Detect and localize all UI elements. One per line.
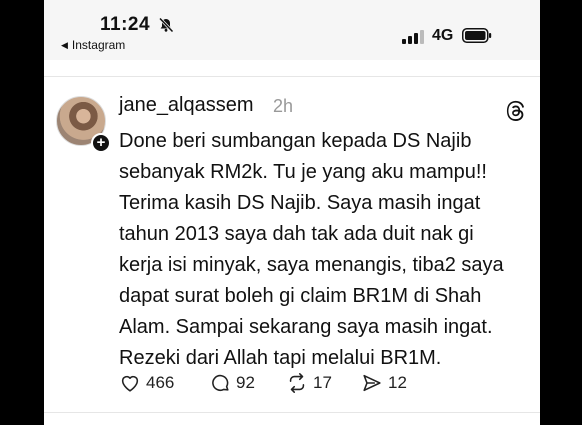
like-count: 466 [146, 373, 175, 392]
network-type: 4G [432, 27, 454, 44]
repost-button[interactable]: 17 [286, 372, 332, 394]
post-line: dapat surat boleh gi claim BR1M di Shah [119, 285, 482, 307]
threads-logo-icon [506, 100, 525, 121]
back-arrow-icon: ◀ [61, 39, 68, 50]
post-line: Alam. Sampai sekarang saya masih ingat. [119, 316, 493, 338]
post-line: Done beri sumbangan kepada DS Najib [119, 130, 472, 152]
reply-count: 92 [236, 373, 255, 392]
post-actions: 466 92 17 12 [119, 372, 519, 396]
back-label: Instagram [71, 38, 126, 52]
repost-count: 17 [313, 373, 332, 392]
phone-screen: 11:24 ◀ Instagram 4G + jane_alqassem 2h [44, 0, 540, 425]
send-icon [363, 374, 381, 392]
post-line: tahun 2013 saya dah tak ada duit nak gi [119, 223, 474, 245]
reply-button[interactable]: 92 [209, 372, 255, 394]
post-line: kerja isi minyak, saya menangis, tiba2 s… [119, 254, 504, 276]
post-text: Done beri sumbangan kepada DS Najib seba… [119, 126, 539, 374]
post-time: 2h [273, 96, 294, 116]
signal-bars-icon [402, 30, 424, 44]
status-bar: 11:24 ◀ Instagram 4G [44, 0, 540, 60]
post-line: sebanyak RM2k. Tu je yang aku mampu!! [119, 161, 487, 183]
post-username[interactable]: jane_alqassem [119, 94, 254, 117]
post-line: Terima kasih DS Najib. Saya masih ingat [119, 192, 481, 214]
comment-icon [212, 374, 229, 392]
post-divider [44, 412, 540, 413]
status-time: 11:24 [100, 14, 151, 35]
like-button[interactable]: 466 [119, 372, 174, 394]
header-divider [44, 76, 540, 77]
post-line: Rezeki dari Allah tapi melalui BR1M. [119, 347, 442, 369]
heart-icon [121, 375, 139, 392]
share-button[interactable]: 12 [361, 372, 407, 394]
repost-icon [289, 373, 305, 393]
back-to-instagram-link[interactable]: ◀ Instagram [61, 38, 125, 52]
battery-icon [462, 28, 492, 43]
share-count: 12 [388, 373, 407, 392]
follow-plus-icon[interactable]: + [91, 133, 111, 153]
bell-slash-icon [158, 17, 174, 33]
